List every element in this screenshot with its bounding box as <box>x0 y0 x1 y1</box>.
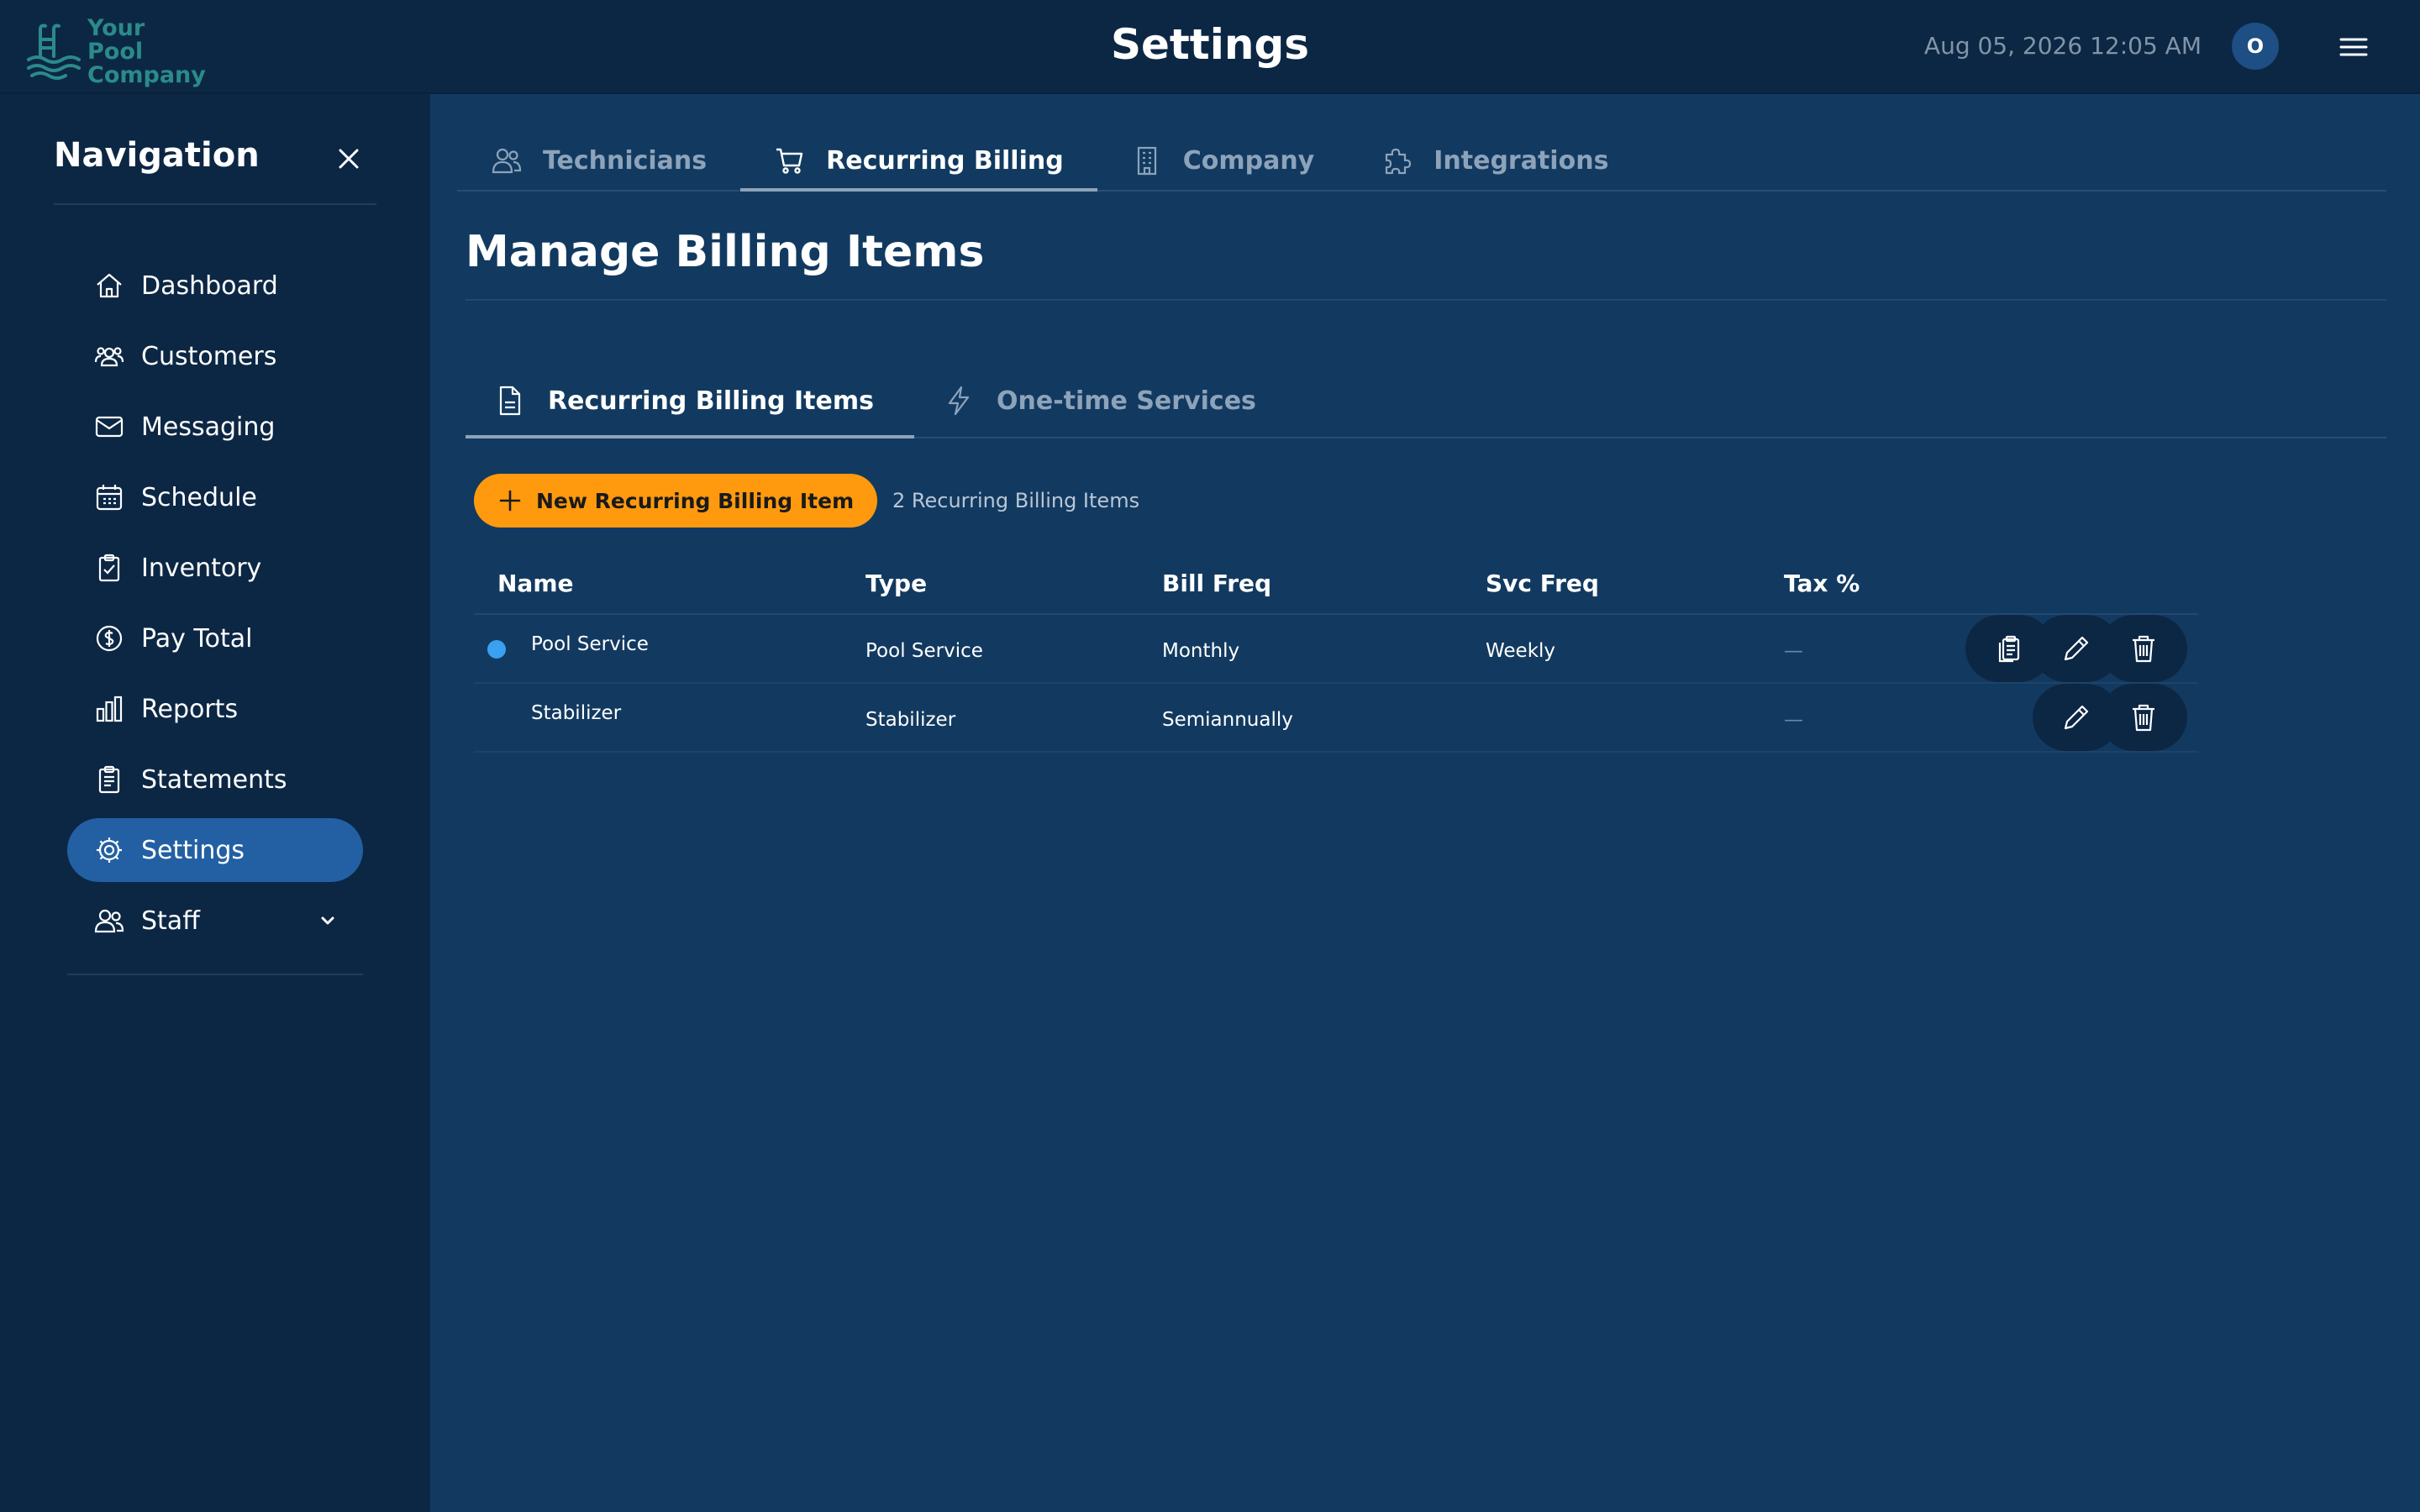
subtab-one-time-services[interactable]: One-time Services <box>914 365 1297 437</box>
bar-chart-icon <box>96 696 123 722</box>
datetime-display: Aug 05, 2026 12:05 AM <box>1923 32 2202 60</box>
tab-recurring-billing[interactable]: Recurring Billing <box>740 131 1097 192</box>
table-header: Name Type Bill Freq Svc Freq Tax % <box>474 548 2198 615</box>
cell-bill-freq: Monthly <box>1162 640 1240 662</box>
logo-icon <box>27 24 81 80</box>
sidebar-item-settings[interactable]: Settings <box>67 818 363 882</box>
delete-button[interactable] <box>2100 684 2187 751</box>
sidebar-item-label: Dashboard <box>141 270 278 301</box>
sidebar-item-label: Statements <box>141 764 287 795</box>
puzzle-icon <box>1386 148 1412 175</box>
envelope-icon <box>95 416 124 438</box>
pencil-icon <box>2064 636 2089 661</box>
cell-bill-freq: Semiannually <box>1162 709 1293 731</box>
company-logo[interactable]: Your Pool Company <box>24 15 206 88</box>
tab-label: Integrations <box>1434 145 1609 176</box>
main-content: Technicians Recurring Billing Company In… <box>430 94 2420 1512</box>
page-title: Settings <box>1110 20 1309 69</box>
column-header-type[interactable]: Type <box>865 570 927 597</box>
sidebar-divider <box>54 203 376 205</box>
cart-icon <box>776 148 803 174</box>
billing-items-table: Name Type Bill Freq Svc Freq Tax % Pool … <box>474 548 2198 753</box>
cell-name: Stabilizer <box>531 702 622 724</box>
copy-icon <box>1998 635 2020 663</box>
building-icon <box>1137 146 1156 176</box>
column-header-bill-freq[interactable]: Bill Freq <box>1162 570 1271 597</box>
sidebar-item-reports[interactable]: Reports <box>67 677 363 741</box>
avatar[interactable]: O <box>2232 23 2279 70</box>
column-header-name[interactable]: Name <box>497 570 574 597</box>
settings-tabs: Technicians Recurring Billing Company In… <box>457 131 2386 192</box>
hamburger-menu-icon[interactable] <box>2336 30 2371 64</box>
sidebar-item-dashboard[interactable]: Dashboard <box>67 254 363 318</box>
tab-company[interactable]: Company <box>1097 131 1349 190</box>
people-icon <box>492 148 522 174</box>
close-icon[interactable] <box>333 143 365 175</box>
sidebar: Navigation Dashboard Customers Messaging… <box>0 94 430 1512</box>
table-row[interactable]: Pool Service Pool Service Monthly Weekly… <box>474 615 2198 684</box>
sidebar-item-pay-total[interactable]: Pay Total <box>67 606 363 670</box>
document-icon <box>499 386 521 416</box>
cell-tax: — <box>1784 709 1803 731</box>
sidebar-item-label: Reports <box>141 694 239 724</box>
sidebar-divider <box>67 974 363 975</box>
cell-type: Pool Service <box>865 640 983 662</box>
billing-subtabs: Recurring Billing Items One-time Service… <box>466 365 2386 438</box>
sidebar-item-customers[interactable]: Customers <box>67 324 363 388</box>
section-title: Manage Billing Items <box>466 227 985 277</box>
column-header-svc-freq[interactable]: Svc Freq <box>1486 570 1599 597</box>
calendar-icon <box>96 485 123 511</box>
staff-icon <box>94 909 124 933</box>
gear-icon <box>97 837 122 863</box>
new-recurring-billing-item-button[interactable]: New Recurring Billing Item <box>474 474 878 528</box>
sidebar-item-statements[interactable]: Statements <box>67 748 363 811</box>
trash-icon <box>2133 635 2154 663</box>
sidebar-item-label: Schedule <box>141 482 257 512</box>
delete-button[interactable] <box>2100 615 2187 682</box>
cell-name: Pool Service <box>531 633 649 655</box>
pencil-icon <box>2064 705 2089 730</box>
cell-tax: — <box>1784 640 1803 662</box>
items-count: 2 Recurring Billing Items <box>892 489 1140 512</box>
section-divider <box>466 299 2386 301</box>
chevron-down-icon[interactable] <box>318 911 338 931</box>
clipboard-check-icon <box>98 554 120 582</box>
sidebar-item-schedule[interactable]: Schedule <box>67 465 363 529</box>
trash-icon <box>2133 704 2154 732</box>
sidebar-item-label: Inventory <box>141 553 262 583</box>
cell-type: Stabilizer <box>865 709 956 731</box>
subtab-label: One-time Services <box>996 386 1256 416</box>
sidebar-item-label: Messaging <box>141 412 276 442</box>
dollar-circle-icon <box>96 625 123 652</box>
users-icon <box>94 347 124 367</box>
sidebar-item-label: Staff <box>141 906 200 936</box>
sidebar-item-messaging[interactable]: Messaging <box>67 395 363 459</box>
sidebar-item-staff[interactable]: Staff <box>67 889 363 953</box>
sidebar-item-inventory[interactable]: Inventory <box>67 536 363 600</box>
subtab-recurring-billing-items[interactable]: Recurring Billing Items <box>466 365 914 438</box>
top-bar: Your Pool Company Settings Aug 05, 2026 … <box>0 0 2420 94</box>
column-header-tax[interactable]: Tax % <box>1784 570 1860 597</box>
sidebar-nav: Dashboard Customers Messaging Schedule I… <box>67 254 363 959</box>
plus-icon <box>499 490 521 512</box>
status-dot <box>487 640 506 659</box>
tab-integrations[interactable]: Integrations <box>1348 131 1642 190</box>
new-button-label: New Recurring Billing Item <box>536 488 855 513</box>
home-icon <box>97 273 122 298</box>
subtab-label: Recurring Billing Items <box>548 386 874 416</box>
cell-svc-freq: Weekly <box>1486 640 1556 662</box>
sidebar-title: Navigation <box>54 136 260 175</box>
tab-label: Technicians <box>543 145 708 176</box>
sidebar-item-label: Pay Total <box>141 623 253 654</box>
tab-label: Company <box>1182 145 1315 176</box>
table-row[interactable]: Stabilizer Stabilizer Semiannually — <box>474 684 2198 753</box>
clipboard-list-icon <box>98 765 120 794</box>
sidebar-item-label: Customers <box>141 341 277 371</box>
logo-text: Your Pool Company <box>87 15 206 88</box>
lightning-icon <box>948 386 970 416</box>
tab-technicians[interactable]: Technicians <box>457 131 740 190</box>
tab-label: Recurring Billing <box>826 145 1064 176</box>
sidebar-item-label: Settings <box>141 835 245 865</box>
